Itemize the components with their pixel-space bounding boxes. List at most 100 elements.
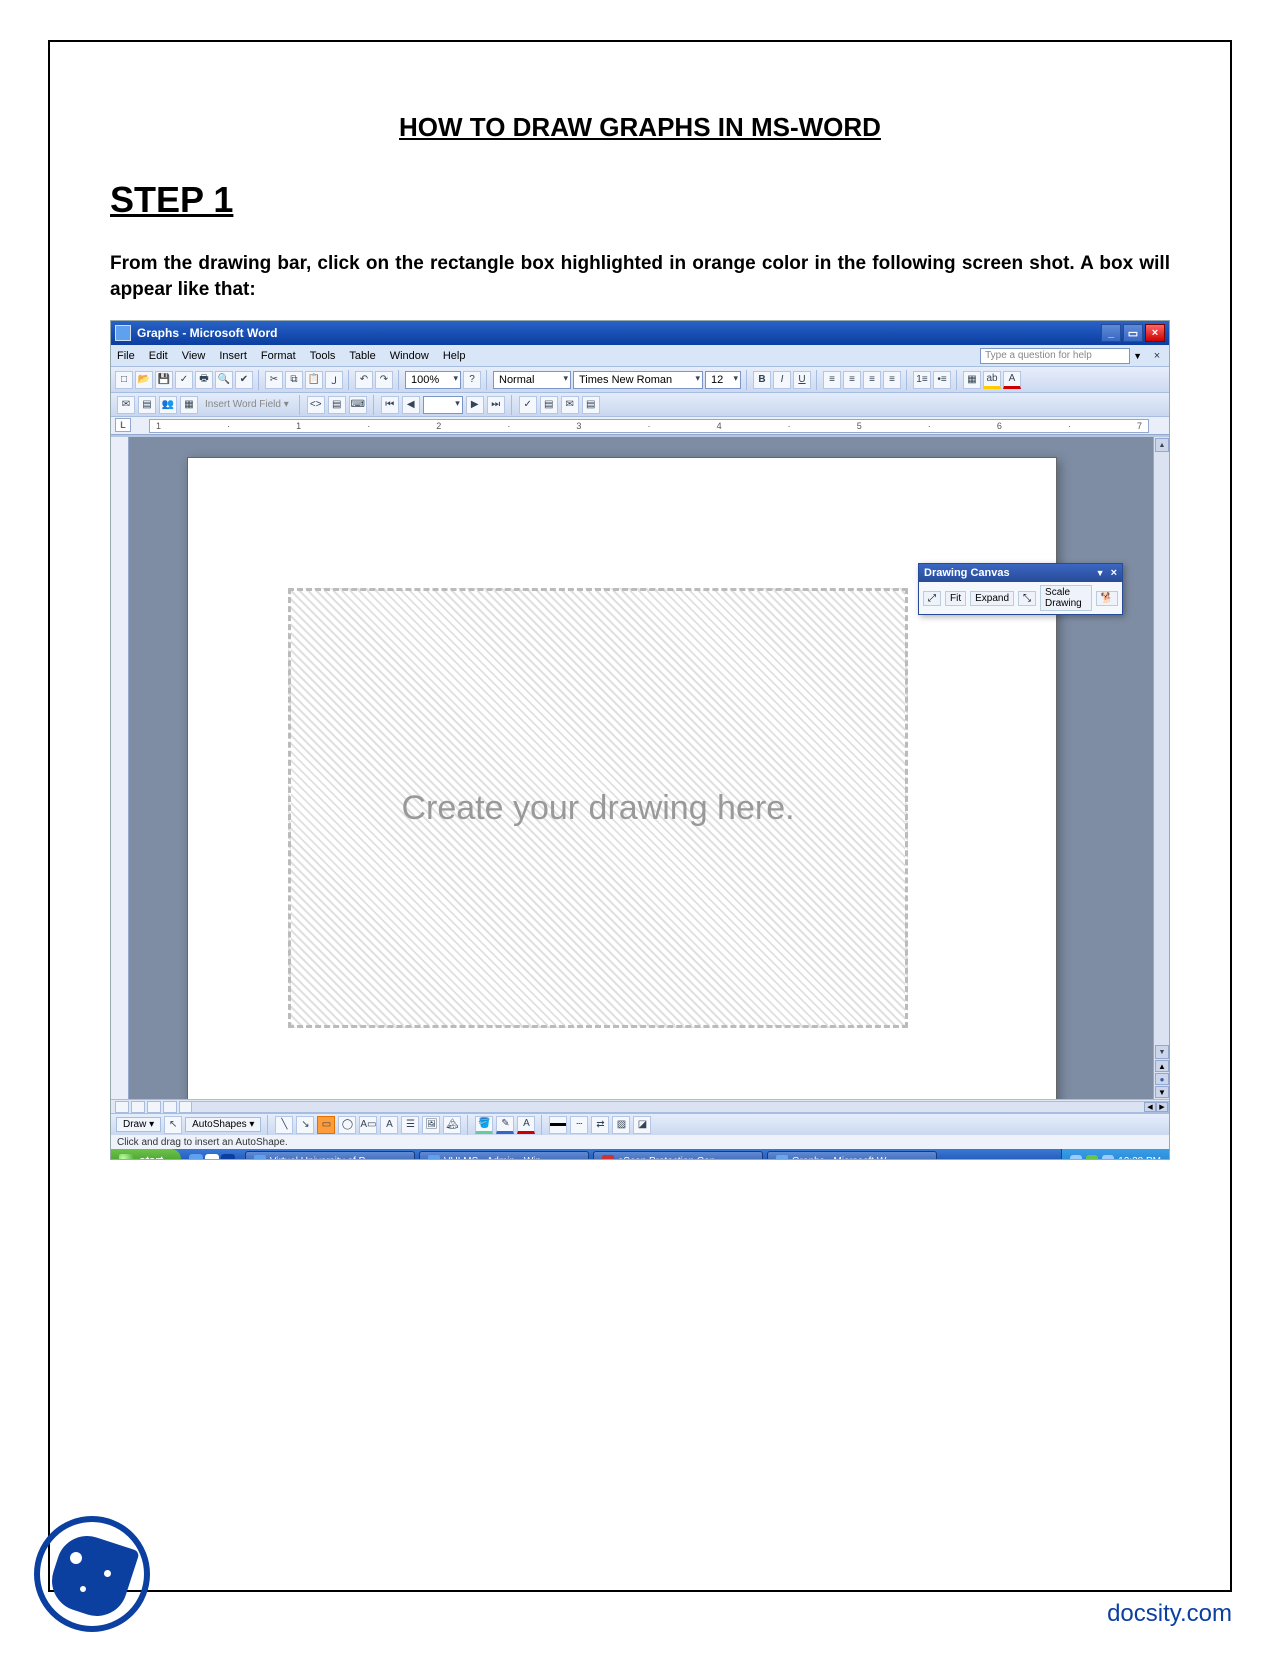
bullet-list-icon[interactable]: •≡ xyxy=(933,371,951,389)
align-left-icon[interactable]: ≡ xyxy=(823,371,841,389)
prev-page-icon[interactable]: ▲ xyxy=(1155,1060,1169,1072)
save-icon[interactable]: 💾 xyxy=(155,371,173,389)
menu-edit[interactable]: Edit xyxy=(149,350,168,362)
print-view-icon[interactable] xyxy=(147,1101,161,1113)
justify-icon[interactable]: ≡ xyxy=(883,371,901,389)
drawing-canvas-toolbar-title[interactable]: Drawing Canvas ▼ × xyxy=(919,564,1122,582)
toolbar-options-icon[interactable]: ▼ xyxy=(1096,568,1105,578)
canvas-fit-label[interactable]: Fit xyxy=(945,591,966,606)
close-document-button[interactable]: × xyxy=(1149,348,1165,364)
last-record-icon[interactable]: ⏭ xyxy=(487,396,505,414)
mm-icon7[interactable]: ▤ xyxy=(582,396,600,414)
taskbar-tab-3[interactable]: eScan Protection Cen... xyxy=(593,1151,763,1160)
window-close-button[interactable]: × xyxy=(1145,324,1165,342)
print-icon[interactable]: 🖶 xyxy=(195,371,213,389)
browse-object-icon[interactable]: ● xyxy=(1155,1073,1169,1085)
canvas-scale-button[interactable]: Scale Drawing xyxy=(1040,585,1092,611)
taskbar-tab-4[interactable]: Graphs - Microsoft W... xyxy=(767,1151,937,1160)
numbered-list-icon[interactable]: 1≡ xyxy=(913,371,931,389)
font-size-combo[interactable]: 12 xyxy=(705,371,741,389)
align-right-icon[interactable]: ≡ xyxy=(863,371,881,389)
undo-icon[interactable]: ↶ xyxy=(355,371,373,389)
media-icon[interactable] xyxy=(221,1154,235,1160)
redo-icon[interactable]: ↷ xyxy=(375,371,393,389)
line-color-icon[interactable]: ✎ xyxy=(496,1116,514,1134)
scroll-left-icon[interactable]: ◀ xyxy=(1144,1102,1156,1112)
spellcheck-icon[interactable]: ✔ xyxy=(235,371,253,389)
vertical-scrollbar[interactable]: ▲ ▼ ▲ ● ▼ xyxy=(1153,437,1169,1099)
italic-button[interactable]: I xyxy=(773,371,791,389)
permission-icon[interactable]: ✓ xyxy=(175,371,193,389)
shadow-style-icon[interactable]: ▨ xyxy=(612,1116,630,1134)
tab-selector[interactable]: L xyxy=(115,418,131,432)
menu-help[interactable]: Help xyxy=(443,350,466,362)
autoshapes-menu-button[interactable]: AutoShapes ▾ xyxy=(185,1117,261,1132)
start-button[interactable]: start xyxy=(111,1149,181,1160)
scroll-up-icon[interactable]: ▲ xyxy=(1155,438,1169,452)
bold-button[interactable]: B xyxy=(753,371,771,389)
arrow-tool-icon[interactable]: ↘ xyxy=(296,1116,314,1134)
labels-icon[interactable]: ▤ xyxy=(138,396,156,414)
tray-icon-2[interactable] xyxy=(1086,1155,1098,1160)
fill-color-icon[interactable]: 🪣 xyxy=(475,1116,493,1134)
help-icon[interactable]: ? xyxy=(463,371,481,389)
format-painter-icon[interactable]: Ｊ xyxy=(325,371,343,389)
style-combo[interactable]: Normal xyxy=(493,371,571,389)
mm-icon2[interactable]: ▤ xyxy=(328,396,346,414)
ruler-track[interactable]: 1· 1· 2· 3· 4· 5· 6· 7 xyxy=(149,419,1149,433)
tray-icon-1[interactable] xyxy=(1070,1155,1082,1160)
menu-tools[interactable]: Tools xyxy=(310,350,336,362)
zoom-combo[interactable]: 100% xyxy=(405,371,461,389)
arrow-style-icon[interactable]: ⇄ xyxy=(591,1116,609,1134)
open-icon[interactable]: 📂 xyxy=(135,371,153,389)
toolbar-close-icon[interactable]: × xyxy=(1111,567,1117,579)
web-view-icon[interactable] xyxy=(131,1101,145,1113)
oval-tool-icon[interactable]: ◯ xyxy=(338,1116,356,1134)
menu-table[interactable]: Table xyxy=(349,350,375,362)
vertical-ruler[interactable] xyxy=(111,437,129,1099)
next-record-icon[interactable]: ▶ xyxy=(466,396,484,414)
canvas-fit-icon[interactable]: ⤢ xyxy=(923,591,941,606)
window-minimize-button[interactable]: _ xyxy=(1101,324,1121,342)
first-record-icon[interactable]: ⏮ xyxy=(381,396,399,414)
insertfield-icon[interactable]: ▦ xyxy=(180,396,198,414)
mm-icon4[interactable]: ✓ xyxy=(519,396,537,414)
canvas-wrap-icon[interactable]: 🐕 xyxy=(1096,591,1118,606)
horizontal-scrollbar[interactable]: ◀ ▶ xyxy=(191,1101,1169,1113)
mm-icon3[interactable]: ⌨ xyxy=(349,396,367,414)
draw-menu-button[interactable]: Draw ▾ xyxy=(116,1117,161,1132)
mm-icon5[interactable]: ▤ xyxy=(540,396,558,414)
outline-view-icon[interactable] xyxy=(163,1101,177,1113)
wordart-icon[interactable]: A xyxy=(380,1116,398,1134)
desktop-icon[interactable] xyxy=(205,1154,219,1160)
menu-view[interactable]: View xyxy=(182,350,206,362)
line-style-icon[interactable] xyxy=(549,1116,567,1134)
textbox-tool-icon[interactable]: A▭ xyxy=(359,1116,377,1134)
window-maximize-button[interactable]: ▭ xyxy=(1123,324,1143,342)
envelopes-icon[interactable]: ✉ xyxy=(117,396,135,414)
cut-icon[interactable]: ✂ xyxy=(265,371,283,389)
drawing-canvas-toolbar[interactable]: Drawing Canvas ▼ × ⤢ Fit Expand ⤡ Scale … xyxy=(918,563,1123,615)
scroll-down-icon[interactable]: ▼ xyxy=(1155,1045,1169,1059)
draw-font-color-icon[interactable]: A xyxy=(517,1116,535,1134)
scroll-right-icon[interactable]: ▶ xyxy=(1156,1102,1168,1112)
font-color-icon[interactable]: A xyxy=(1003,371,1021,389)
normal-view-icon[interactable] xyxy=(115,1101,129,1113)
diagram-icon[interactable]: ☰ xyxy=(401,1116,419,1134)
tray-icon-3[interactable] xyxy=(1102,1155,1114,1160)
font-combo[interactable]: Times New Roman xyxy=(573,371,703,389)
mm-icon6[interactable]: ✉ xyxy=(561,396,579,414)
new-doc-icon[interactable]: □ xyxy=(115,371,133,389)
menu-insert[interactable]: Insert xyxy=(219,350,247,362)
system-tray[interactable]: 12:28 PM xyxy=(1061,1149,1169,1160)
insert-word-field-button[interactable]: Insert Word Field ▾ xyxy=(201,399,293,410)
3d-style-icon[interactable]: ◪ xyxy=(633,1116,651,1134)
menu-format[interactable]: Format xyxy=(261,350,296,362)
site-link[interactable]: docsity.com xyxy=(1107,1600,1232,1628)
help-dropdown-icon[interactable]: ▼ xyxy=(1130,351,1145,361)
underline-button[interactable]: U xyxy=(793,371,811,389)
prev-record-icon[interactable]: ◀ xyxy=(402,396,420,414)
canvas-expand-button[interactable]: Expand xyxy=(970,591,1014,606)
taskbar-tab-2[interactable]: VULMS - Admin - Win... xyxy=(419,1151,589,1160)
copy-icon[interactable]: ⧉ xyxy=(285,371,303,389)
